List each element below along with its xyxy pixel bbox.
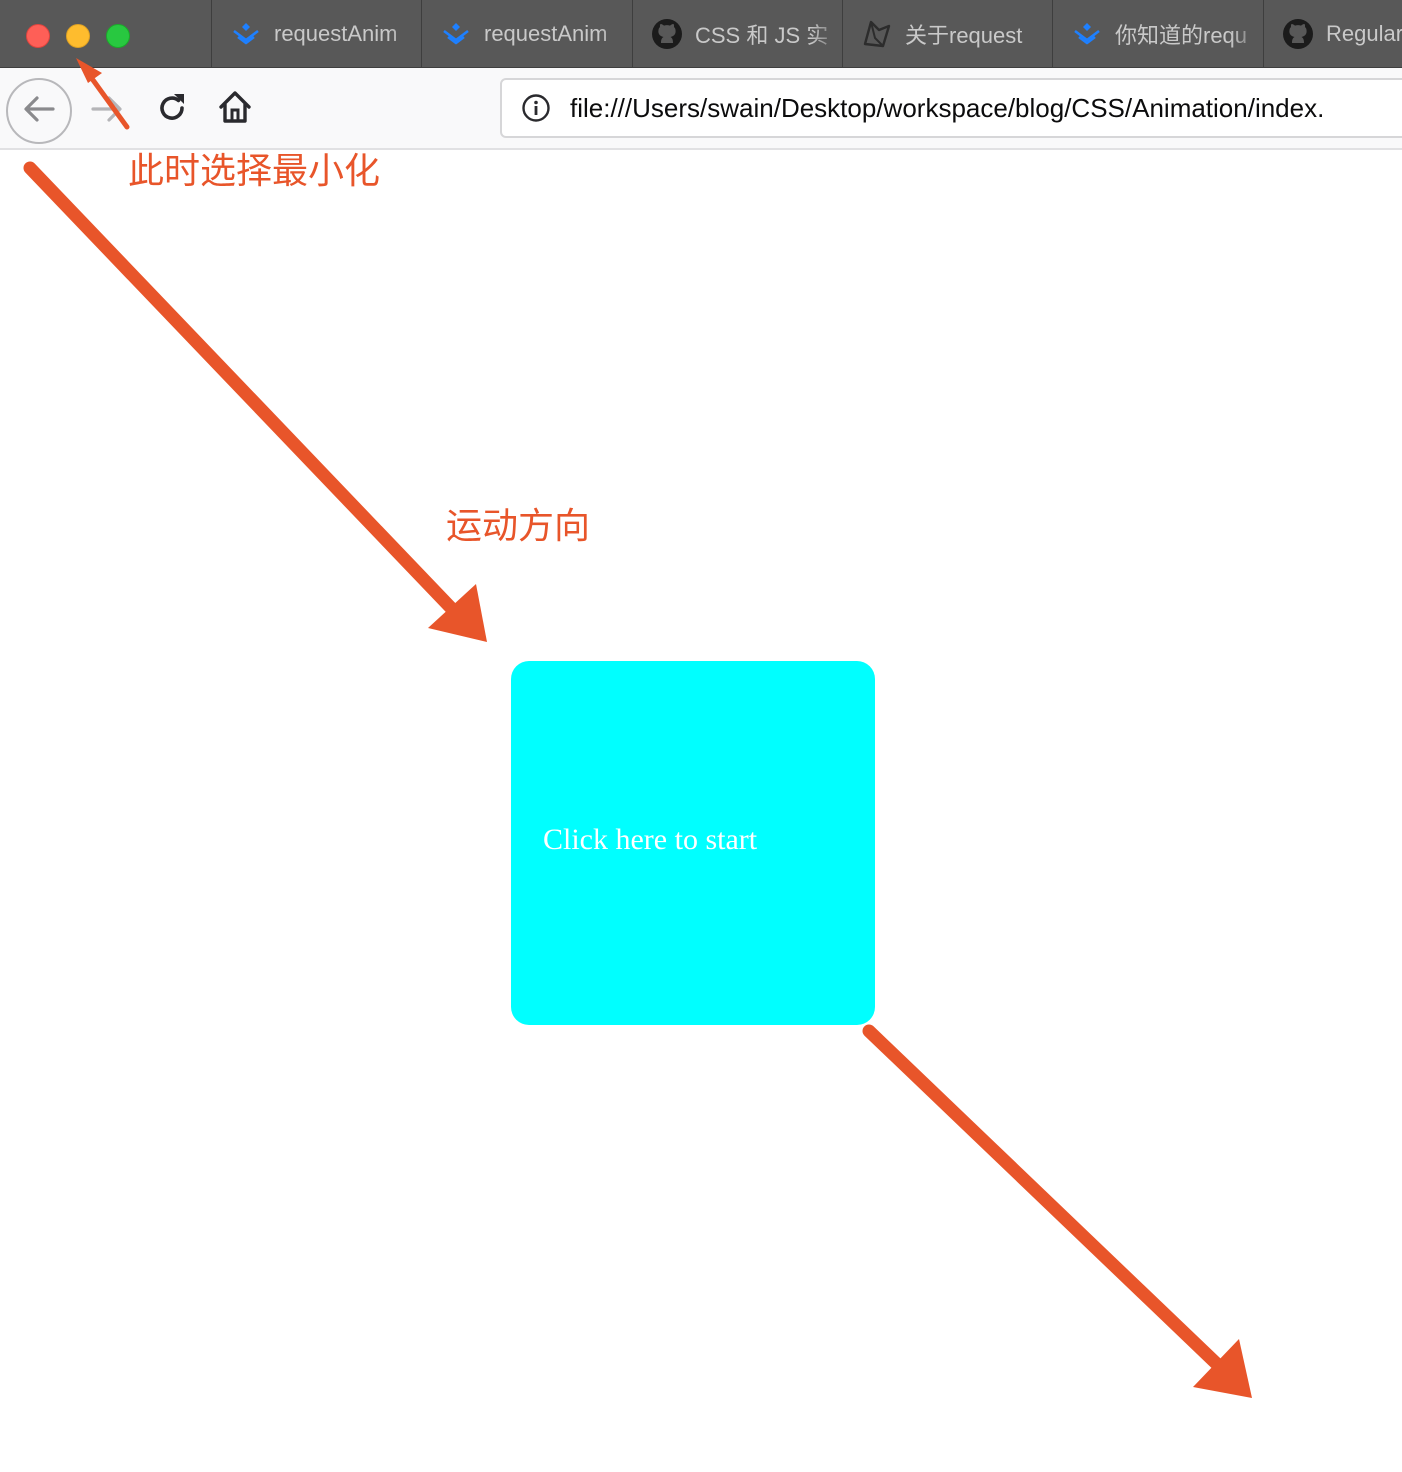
home-icon	[216, 88, 254, 131]
tab-bar: requestAnim requestAnim CSS 和 JS 实 关于req…	[0, 0, 1402, 68]
arrow-right-icon	[90, 94, 124, 129]
window-close-button[interactable]	[26, 24, 50, 48]
window-maximize-button[interactable]	[106, 24, 130, 48]
url-bar[interactable]: file:///Users/swain/Desktop/workspace/bl…	[500, 78, 1402, 138]
minimize-annotation: 此时选择最小化	[128, 151, 381, 192]
tab-label: Regular	[1326, 21, 1402, 46]
tab-label: requestAnim	[274, 21, 398, 46]
tab-1[interactable]: requestAnim	[211, 0, 422, 68]
juejin-icon	[230, 18, 262, 50]
tab-label: CSS 和 JS 实	[695, 23, 829, 48]
back-button[interactable]	[6, 78, 72, 144]
tab-6[interactable]: Regular	[1263, 0, 1402, 68]
direction-annotation: 运动方向	[446, 506, 591, 547]
reload-icon	[154, 90, 190, 131]
tab-5[interactable]: 你知道的requ	[1052, 0, 1263, 68]
tab-label: requestAnim	[484, 21, 608, 46]
tab-3[interactable]: CSS 和 JS 实	[632, 0, 843, 68]
github-icon	[1282, 18, 1314, 50]
site-info-icon[interactable]	[520, 92, 552, 124]
arrow-motion-direction-lower	[862, 1024, 1252, 1398]
github-icon	[651, 18, 683, 50]
home-button[interactable]	[212, 86, 258, 132]
tab-2[interactable]: requestAnim	[421, 0, 632, 68]
juejin-icon	[440, 18, 472, 50]
tab-4[interactable]: 关于request	[842, 0, 1053, 68]
url-text: file:///Users/swain/Desktop/workspace/bl…	[570, 92, 1325, 123]
juejin-icon	[1071, 18, 1103, 50]
start-label: Click here to start	[543, 823, 758, 856]
forward-button[interactable]	[86, 90, 128, 132]
navigation-toolbar: file:///Users/swain/Desktop/workspace/bl…	[0, 68, 1402, 150]
animation-box[interactable]: Click here to start	[511, 661, 875, 1025]
segmentfault-icon	[861, 18, 893, 50]
reload-button[interactable]	[150, 88, 194, 132]
tab-label: 你知道的requ	[1115, 23, 1248, 48]
arrow-motion-direction-upper	[23, 161, 487, 642]
window-minimize-button[interactable]	[66, 24, 90, 48]
arrow-left-icon	[22, 94, 56, 129]
tab-label: 关于request	[905, 23, 1023, 48]
